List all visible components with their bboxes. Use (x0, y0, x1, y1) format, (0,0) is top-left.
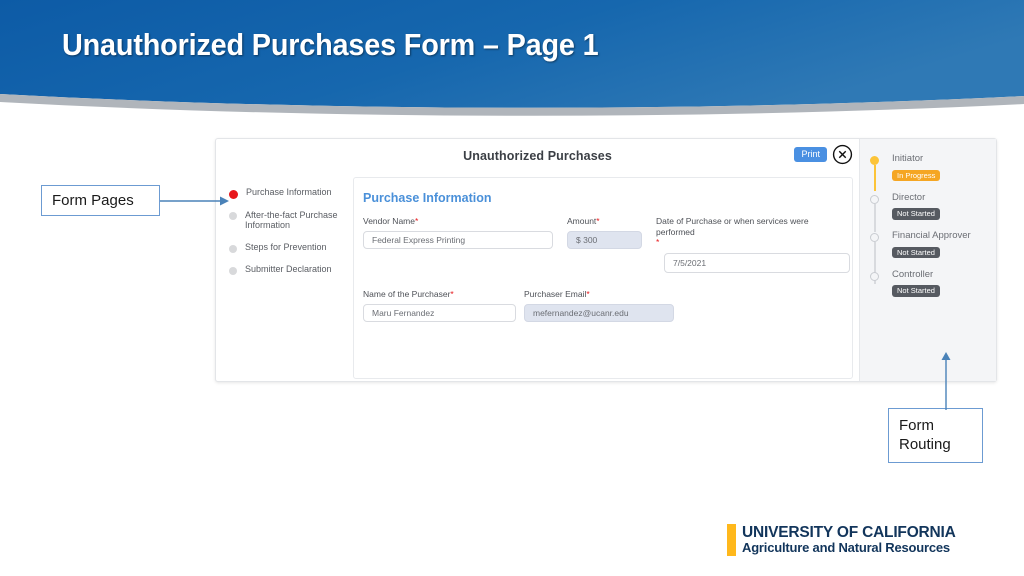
routing-status-dot-icon (870, 233, 879, 243)
routing-status-dot-icon (870, 194, 879, 204)
form-row-1: Vendor Name* Federal Express Printing Am… (363, 216, 852, 274)
routing-connector-line (874, 165, 876, 191)
callout-form-pages-label: Form Pages (52, 192, 134, 209)
form-header-title: Unauthorized Purchases (463, 149, 612, 163)
sidebar-item-label: Steps for Prevention (245, 242, 327, 253)
sidebar-item-label: Submitter Declaration (245, 264, 332, 275)
purchaser-email-field-group: Purchaser Email* mefernandez@ucanr.edu (524, 289, 674, 323)
print-button[interactable]: Print (794, 147, 827, 162)
date-required-marker: * (656, 237, 660, 248)
routing-step-label: Director (892, 191, 926, 203)
purchaser-name-label: Name of the Purchaser* (363, 289, 454, 300)
callout-form-routing-label: Form Routing (899, 417, 951, 453)
routing-step-initiator[interactable]: Initiator In Progress (870, 153, 996, 191)
uc-anr-logo: UNIVERSITY OF CALIFORNIA Agriculture and… (727, 524, 956, 556)
routing-status-dot-icon (870, 156, 879, 165)
sidebar-item-after-the-fact-purchase-information[interactable]: After-the-fact Purchase Information (229, 210, 345, 232)
form-header-actions: Print (794, 144, 853, 165)
logo-bar-icon (727, 524, 736, 556)
section-title: Purchase Information (363, 191, 492, 205)
vendor-name-field-group: Vendor Name* Federal Express Printing (363, 216, 553, 250)
date-of-purchase-input[interactable]: 7/5/2021 (664, 253, 850, 274)
page-status-dot-icon (229, 266, 237, 275)
close-circle-icon[interactable] (832, 144, 853, 165)
purchaser-email-input[interactable]: mefernandez@ucanr.edu (524, 304, 674, 323)
routing-step-director[interactable]: Director Not Started (870, 191, 996, 232)
form-header: Unauthorized Purchases Print (216, 139, 859, 173)
date-of-purchase-label: Date of Purchase or when services were p… (656, 216, 809, 238)
page-title: Unauthorized Purchases Form – Page 1 (62, 27, 599, 62)
routing-status-dot-icon (870, 271, 879, 281)
routing-connector-line (874, 203, 876, 232)
form-pages-nav: Purchase Information After-the-fact Purc… (216, 173, 353, 383)
routing-step-label: Financial Approver (892, 230, 971, 242)
sidebar-item-submitter-declaration[interactable]: Submitter Declaration (229, 264, 345, 275)
status-badge: In Progress (892, 169, 941, 182)
routing-step-label: Controller (892, 268, 934, 280)
purchaser-name-input[interactable]: Maru Fernandez (363, 304, 516, 323)
form-body: Purchase Information After-the-fact Purc… (216, 173, 859, 383)
sidebar-item-label: Purchase Information (246, 187, 332, 197)
date-of-purchase-field-group: Date of Purchase or when services were p… (656, 216, 852, 274)
routing-step-label: Initiator (892, 153, 924, 164)
logo-line-2: Agriculture and Natural Resources (742, 540, 950, 556)
routing-step-financial-approver[interactable]: Financial Approver Not Started (870, 230, 996, 285)
page-status-dot-icon (229, 212, 237, 220)
form-area: Unauthorized Purchases Print Purchase In… (216, 139, 859, 381)
vendor-name-label: Vendor Name* (363, 216, 419, 226)
form-content-card: Purchase Information Vendor Name* Federa… (353, 177, 853, 379)
status-badge: Not Started (892, 285, 940, 297)
routing-step-controller[interactable]: Controller Not Started (870, 269, 996, 299)
amount-input[interactable]: $ 300 (567, 231, 642, 250)
purchaser-email-label: Purchaser Email* (524, 289, 590, 300)
sidebar-item-purchase-information[interactable]: Purchase Information (229, 187, 345, 199)
page-status-dot-icon (229, 244, 237, 253)
callout-arrow-form-pages (160, 196, 229, 206)
callout-arrow-form-routing (941, 352, 951, 410)
status-badge: Not Started (892, 246, 940, 259)
page-status-dot-icon (229, 189, 238, 199)
callout-form-routing: Form Routing (888, 408, 983, 463)
status-badge: Not Started (892, 208, 940, 220)
purchaser-name-field-group: Name of the Purchaser* Maru Fernandez (363, 289, 516, 323)
logo-line-1: UNIVERSITY OF CALIFORNIA (742, 524, 956, 541)
form-routing-panel: Initiator In Progress Director Not Start… (859, 139, 996, 381)
sidebar-item-label: After-the-fact Purchase Information (245, 209, 338, 231)
form-row-2: Name of the Purchaser* Maru Fernandez Pu… (363, 289, 852, 323)
form-application-screenshot: Unauthorized Purchases Print Purchase In… (215, 138, 997, 382)
sidebar-item-steps-for-prevention[interactable]: Steps for Prevention (229, 242, 345, 253)
vendor-name-input[interactable]: Federal Express Printing (363, 231, 553, 250)
amount-label: Amount* (567, 216, 600, 226)
amount-field-group: Amount* $ 300 (567, 216, 642, 250)
callout-form-pages: Form Pages (41, 185, 160, 216)
